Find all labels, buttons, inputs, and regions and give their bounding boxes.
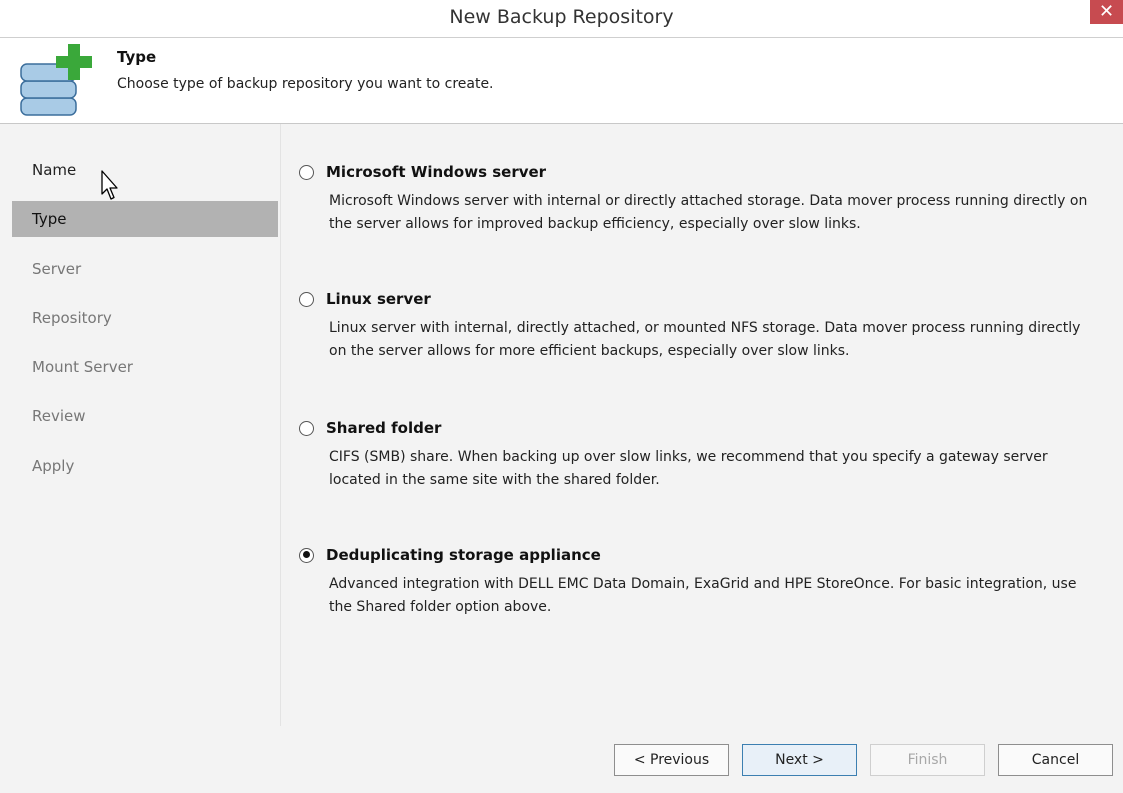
step-review[interactable]: Review [12, 398, 278, 434]
previous-button[interactable]: < Previous [614, 744, 729, 776]
wizard-header: Type Choose type of backup repository yo… [0, 38, 1123, 124]
option-windows-server[interactable]: Microsoft Windows server Microsoft Windo… [299, 161, 1099, 236]
wizard-footer: < Previous Next > Finish Cancel [0, 726, 1123, 793]
radio-linux-server[interactable] [299, 291, 314, 307]
next-button[interactable]: Next > [742, 744, 857, 776]
option-linux-server[interactable]: Linux server Linux server with internal,… [299, 288, 1099, 363]
step-type[interactable]: Type [12, 201, 278, 237]
option-label[interactable]: Shared folder [326, 419, 441, 437]
option-shared-folder[interactable]: Shared folder CIFS (SMB) share. When bac… [299, 417, 1099, 492]
step-apply[interactable]: Apply [12, 448, 278, 484]
step-server[interactable]: Server [12, 251, 278, 287]
step-title: Type [117, 48, 157, 66]
cancel-button[interactable]: Cancel [998, 744, 1113, 776]
option-label[interactable]: Microsoft Windows server [326, 163, 546, 181]
mouse-pointer-icon [101, 170, 118, 200]
repository-type-panel: Microsoft Windows server Microsoft Windo… [281, 124, 1123, 726]
radio-shared-folder[interactable] [299, 420, 314, 436]
option-description: Advanced integration with DELL EMC Data … [329, 576, 1077, 615]
step-name[interactable]: Name [12, 152, 278, 188]
step-mount-server[interactable]: Mount Server [12, 349, 278, 385]
close-button[interactable]: ✕ [1090, 0, 1123, 24]
option-label[interactable]: Deduplicating storage appliance [326, 546, 601, 564]
option-label[interactable]: Linux server [326, 290, 431, 308]
database-add-icon [20, 44, 92, 116]
option-dedup-appliance[interactable]: Deduplicating storage appliance Advanced… [299, 544, 1099, 619]
wizard-steps-nav: Name Type Server Repository Mount Server… [0, 124, 281, 726]
window-title: New Backup Repository [449, 6, 674, 28]
step-repository[interactable]: Repository [12, 300, 278, 336]
option-description: Linux server with internal, directly att… [329, 320, 1081, 359]
option-description: CIFS (SMB) share. When backing up over s… [329, 449, 1048, 488]
option-description: Microsoft Windows server with internal o… [329, 193, 1088, 232]
title-bar: New Backup Repository ✕ [0, 0, 1123, 38]
step-description: Choose type of backup repository you wan… [117, 76, 494, 92]
radio-windows-server[interactable] [299, 164, 314, 180]
radio-dedup-appliance[interactable] [299, 547, 314, 563]
finish-button: Finish [870, 744, 985, 776]
